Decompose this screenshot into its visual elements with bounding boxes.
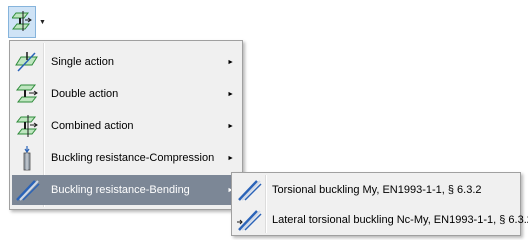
submenu-arrow-icon: ► (227, 122, 234, 130)
menu-item-buckling-bending[interactable]: Buckling resistance-Bending ► (12, 175, 240, 205)
lateral-torsional-buckling-icon (234, 205, 264, 235)
buckling-compression-icon (12, 143, 42, 173)
submenu-item-torsional-buckling[interactable]: Torsional buckling My, EN1993-1-1, § 6.3… (234, 175, 518, 205)
steel-check-toolbar-button[interactable] (8, 6, 36, 38)
submenu-arrow-icon: ► (227, 90, 234, 98)
menu-item-label: Combined action (51, 120, 134, 132)
menu-item-single-action[interactable]: Single action ► (12, 47, 240, 77)
steel-check-menu: Single action ► Double action ► Combined (9, 40, 243, 210)
submenu-item-lateral-torsional-buckling[interactable]: Lateral torsional buckling Nc-My, EN1993… (234, 205, 528, 235)
menu-item-label: Double action (51, 88, 119, 100)
menu-item-buckling-compression[interactable]: Buckling resistance-Compression ► (12, 143, 240, 173)
menu-item-combined-action[interactable]: Combined action ► (12, 111, 240, 141)
steel-beam-check-icon (10, 10, 32, 35)
menu-item-label: Buckling resistance-Bending (51, 184, 190, 196)
torsional-buckling-icon (234, 175, 264, 205)
submenu-item-label: Lateral torsional buckling Nc-My, EN1993… (272, 214, 528, 226)
menu-item-double-action[interactable]: Double action ► (12, 79, 240, 109)
menu-item-label: Buckling resistance-Compression (51, 152, 215, 164)
combined-action-icon (12, 111, 42, 141)
chevron-down-icon: ▼ (39, 18, 46, 26)
menu-item-label: Single action (51, 56, 114, 68)
double-action-icon (12, 79, 42, 109)
buckling-bending-submenu: Torsional buckling My, EN1993-1-1, § 6.3… (231, 172, 528, 236)
toolbar-dropdown-arrow[interactable]: ▼ (37, 6, 48, 38)
submenu-item-label: Torsional buckling My, EN1993-1-1, § 6.3… (272, 184, 482, 196)
submenu-arrow-icon: ► (227, 154, 234, 162)
single-action-icon (12, 47, 42, 77)
buckling-bending-icon (12, 175, 42, 205)
submenu-arrow-icon: ► (227, 58, 234, 66)
